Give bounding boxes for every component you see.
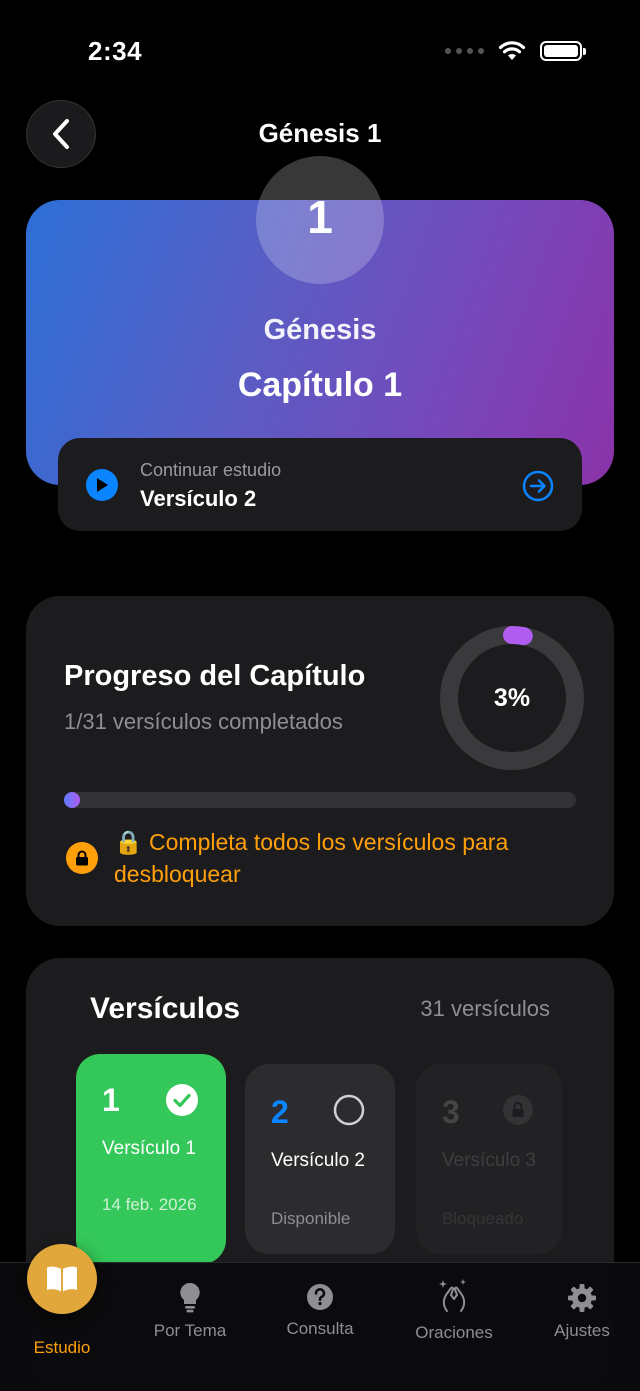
question-icon xyxy=(307,1284,333,1310)
hero-book-name: Génesis xyxy=(263,314,377,346)
verse-number: 3 xyxy=(442,1094,460,1130)
tab-label: Oraciones xyxy=(415,1323,493,1342)
lightbulb-icon xyxy=(180,1282,200,1313)
continue-label: Continuar estudio xyxy=(140,460,282,480)
verse-date: 14 feb. 2026 xyxy=(102,1195,197,1214)
chapter-number: 1 xyxy=(307,191,333,243)
lock-circle-icon xyxy=(503,1095,533,1125)
verse-label: Versículo 2 xyxy=(271,1150,365,1171)
verse-tile-1[interactable]: 1 Versículo 1 14 feb. 2026 xyxy=(76,1054,226,1264)
tab-label-estudio: Estudio xyxy=(33,1338,91,1357)
verse-tile-3: 3 Versículo 3 Bloqueado xyxy=(416,1064,562,1254)
book-icon xyxy=(47,1266,77,1292)
lock-icon xyxy=(66,842,98,874)
unlock-message: 🔒 Completa todos los versículos para des… xyxy=(114,829,509,887)
continue-study-button[interactable]: Continuar estudio Versículo 2 xyxy=(58,438,582,531)
verse-number: 2 xyxy=(271,1094,289,1130)
tab-consulta[interactable]: Consulta xyxy=(260,1283,380,1339)
play-icon xyxy=(86,469,118,501)
cellular-signal-icon xyxy=(445,48,484,54)
verse-status: Bloqueado xyxy=(442,1209,524,1228)
page-title: Génesis 1 xyxy=(258,118,382,148)
tab-label: Ajustes xyxy=(554,1321,610,1340)
tab-por-tema[interactable]: Por Tema xyxy=(130,1281,250,1341)
verses-title: Versículos xyxy=(90,992,241,1025)
verse-status: Disponible xyxy=(271,1209,351,1228)
wifi-icon xyxy=(498,41,526,60)
progress-percent: 3% xyxy=(493,683,531,712)
chapter-number-badge: 1 xyxy=(256,156,384,284)
empty-circle-icon xyxy=(333,1094,365,1126)
verses-count: 31 versículos xyxy=(420,996,550,1021)
tab-ajustes[interactable]: Ajustes xyxy=(532,1283,632,1341)
tab-label: Por Tema xyxy=(153,1321,227,1340)
progress-title: Progreso del Capítulo xyxy=(64,660,366,692)
status-time: 2:34 xyxy=(88,36,143,66)
continue-verse: Versículo 2 xyxy=(140,486,257,511)
progress-subtitle: 1/31 versículos completados xyxy=(64,709,343,734)
tab-label: Consulta xyxy=(286,1319,354,1338)
gear-icon xyxy=(568,1284,596,1312)
checkmark-circle-icon xyxy=(166,1084,198,1116)
verse-number: 1 xyxy=(102,1082,120,1118)
verse-label: Versículo 1 xyxy=(102,1138,196,1159)
praying-hands-icon xyxy=(439,1279,466,1312)
tab-estudio[interactable] xyxy=(27,1244,97,1314)
arrow-right-circle-icon xyxy=(522,470,554,502)
tab-oraciones[interactable]: Oraciones xyxy=(394,1277,514,1343)
verse-label: Versículo 3 xyxy=(442,1150,536,1171)
progress-bar xyxy=(64,792,576,808)
battery-icon xyxy=(540,41,586,61)
progress-bar-fill xyxy=(64,792,80,808)
chapter-progress-card: Progreso del Capítulo 1/31 versículos co… xyxy=(26,596,614,926)
hero-chapter-name: Capítulo 1 xyxy=(237,366,403,404)
verse-tile-2[interactable]: 2 Versículo 2 Disponible xyxy=(245,1064,395,1254)
status-indicators xyxy=(445,40,586,62)
